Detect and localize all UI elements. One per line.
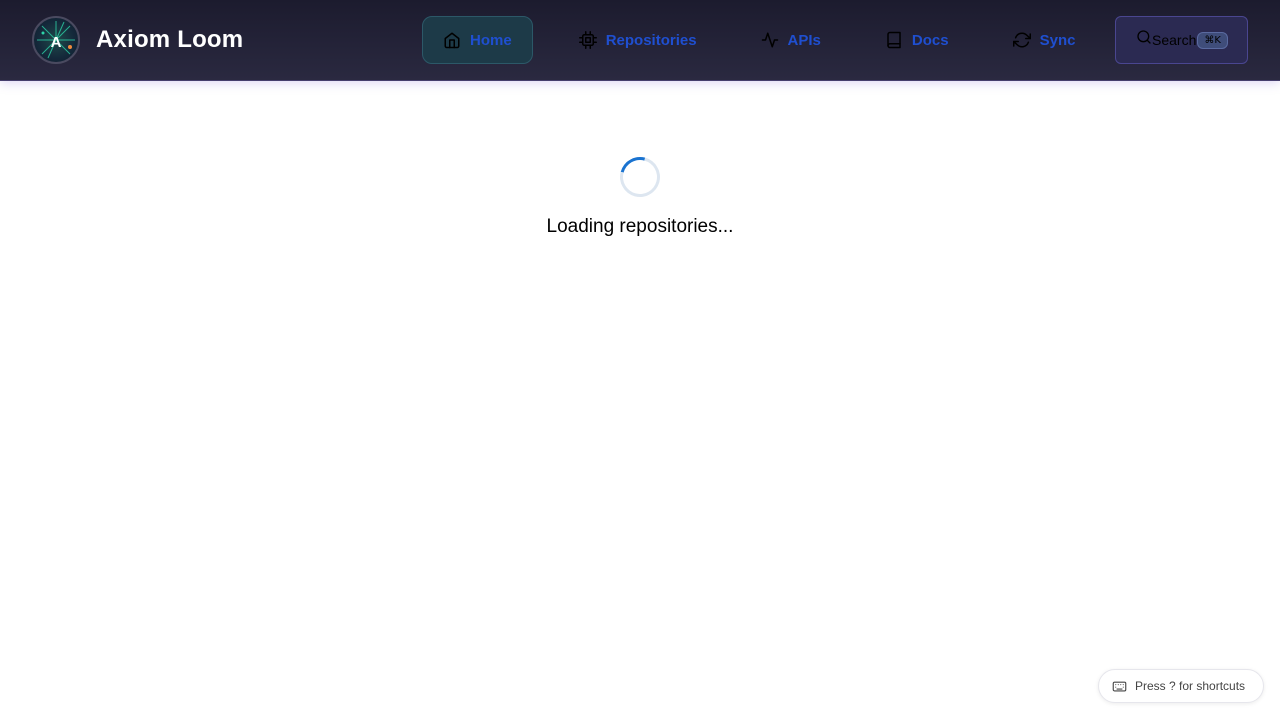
- search-button[interactable]: Search ⌘K: [1115, 16, 1248, 64]
- nav-item-home[interactable]: Home: [422, 16, 533, 64]
- nav-item-docs[interactable]: Docs: [865, 16, 969, 64]
- search-label: Search: [1152, 32, 1197, 48]
- nav-item-home-label: Home: [470, 31, 512, 49]
- loading-state: Loading repositories...: [0, 149, 1280, 238]
- main-nav: Home Repositories APIs Docs Sync: [422, 16, 1101, 64]
- search-shortcut-badge: ⌘K: [1197, 31, 1228, 49]
- top-navbar: A Axiom Loom Home Repositories APIs Docs…: [0, 0, 1280, 81]
- nav-item-sync-label: Sync: [1039, 31, 1076, 49]
- activity-icon: [761, 32, 778, 48]
- nav-item-apis-label: APIs: [787, 31, 821, 49]
- nav-item-apis[interactable]: APIs: [741, 16, 841, 64]
- loading-text: Loading repositories...: [546, 216, 734, 237]
- brand-home-link[interactable]: A Axiom Loom: [32, 16, 243, 64]
- shortcuts-hint-button[interactable]: Press ? for shortcuts: [1098, 669, 1264, 703]
- nav-item-sync[interactable]: Sync: [993, 16, 1096, 64]
- svg-text:A: A: [51, 34, 62, 51]
- keyboard-icon: [1112, 681, 1127, 691]
- refresh-icon: [1012, 32, 1031, 48]
- cpu-icon: [578, 31, 597, 49]
- nav-item-repositories[interactable]: Repositories: [559, 16, 717, 64]
- home-icon: [444, 32, 460, 49]
- app-title: Axiom Loom: [96, 26, 244, 53]
- book-icon: [887, 31, 901, 49]
- search-icon: [1137, 30, 1151, 44]
- nav-item-docs-label: Docs: [911, 31, 949, 49]
- axiom-loom-logo: A: [32, 16, 80, 64]
- nav-item-repositories-label: Repositories: [605, 31, 697, 49]
- shortcuts-hint-label: Press ? for shortcuts: [1135, 679, 1246, 693]
- loading-spinner: [612, 149, 668, 205]
